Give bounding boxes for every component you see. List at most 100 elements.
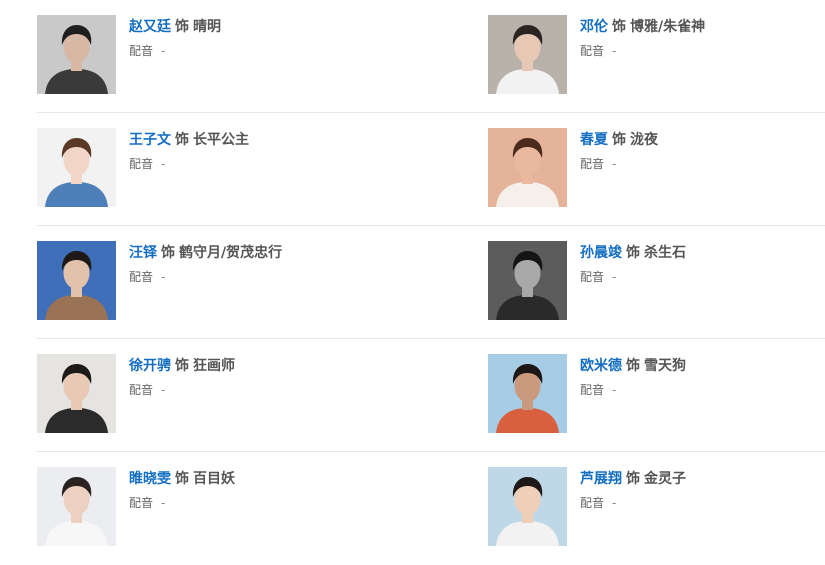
voice-actor-value: - (161, 270, 166, 284)
cast-role-line: 邓伦饰博雅/朱雀神 (580, 17, 825, 37)
cast-item: 睢晓雯饰百目妖 配音 - (37, 467, 397, 547)
actor-name-link[interactable]: 徐开骋 (129, 358, 171, 374)
cast-item: 邓伦饰博雅/朱雀神 配音 - (488, 15, 825, 95)
portrait-image (488, 15, 567, 94)
cast-info: 芦展翔饰金灵子 配音 - (580, 469, 825, 512)
cast-role-line: 欧米德饰雪天狗 (580, 356, 825, 376)
voice-actor-line: 配音 - (129, 43, 389, 60)
cast-row: 徐开骋饰狂画师 配音 - 欧米德饰雪天狗 配音 - (37, 339, 825, 452)
cast-item: 孙晨竣饰杀生石 配音 - (488, 241, 825, 321)
role-separator: 饰 (161, 245, 175, 261)
actor-photo[interactable] (37, 15, 116, 94)
actor-name-link[interactable]: 王子文 (129, 132, 171, 148)
voice-actor-label: 配音 (580, 270, 605, 284)
cast-info: 赵又廷饰晴明 配音 - (129, 17, 389, 60)
cast-role-line: 赵又廷饰晴明 (129, 17, 389, 37)
portrait-image (37, 354, 116, 433)
role-name: 金灵子 (644, 471, 686, 487)
cast-role-line: 徐开骋饰狂画师 (129, 356, 389, 376)
role-separator: 饰 (612, 132, 626, 148)
portrait-image (488, 241, 567, 320)
voice-actor-label: 配音 (580, 383, 605, 397)
actor-photo[interactable] (37, 128, 116, 207)
cast-item: 徐开骋饰狂画师 配音 - (37, 354, 397, 434)
voice-actor-value: - (161, 496, 166, 510)
voice-actor-label: 配音 (580, 157, 605, 171)
voice-actor-label: 配音 (129, 383, 154, 397)
actor-name-link[interactable]: 芦展翔 (580, 471, 622, 487)
role-name: 雪天狗 (644, 358, 686, 374)
cast-item: 汪铎饰鹤守月/贺茂忠行 配音 - (37, 241, 397, 321)
voice-actor-value: - (161, 44, 166, 58)
actor-photo[interactable] (488, 128, 567, 207)
role-name: 博雅/朱雀神 (630, 19, 706, 35)
voice-actor-value: - (161, 383, 166, 397)
role-separator: 饰 (175, 19, 189, 35)
voice-actor-label: 配音 (129, 44, 154, 58)
cast-info: 徐开骋饰狂画师 配音 - (129, 356, 389, 399)
actor-photo[interactable] (37, 354, 116, 433)
voice-actor-value: - (161, 157, 166, 171)
voice-actor-value: - (612, 383, 617, 397)
voice-actor-line: 配音 - (580, 382, 825, 399)
role-name: 长平公主 (193, 132, 249, 148)
actor-name-link[interactable]: 孙晨竣 (580, 245, 622, 261)
voice-actor-value: - (612, 157, 617, 171)
cast-role-line: 睢晓雯饰百目妖 (129, 469, 389, 489)
cast-info: 邓伦饰博雅/朱雀神 配音 - (580, 17, 825, 60)
actor-photo[interactable] (37, 467, 116, 546)
role-separator: 饰 (612, 19, 626, 35)
actor-name-link[interactable]: 春夏 (580, 132, 608, 148)
cast-info: 汪铎饰鹤守月/贺茂忠行 配音 - (129, 243, 389, 286)
cast-role-line: 孙晨竣饰杀生石 (580, 243, 825, 263)
actor-photo[interactable] (488, 15, 567, 94)
cast-role-line: 汪铎饰鹤守月/贺茂忠行 (129, 243, 389, 263)
voice-actor-label: 配音 (129, 496, 154, 510)
voice-actor-line: 配音 - (580, 495, 825, 512)
actor-name-link[interactable]: 睢晓雯 (129, 471, 171, 487)
role-name: 泷夜 (630, 132, 658, 148)
portrait-image (37, 241, 116, 320)
voice-actor-label: 配音 (580, 44, 605, 58)
voice-actor-value: - (612, 496, 617, 510)
cast-role-line: 春夏饰泷夜 (580, 130, 825, 150)
cast-row: 睢晓雯饰百目妖 配音 - 芦展翔饰金灵子 配音 - (37, 452, 825, 565)
portrait-image (488, 354, 567, 433)
cast-info: 孙晨竣饰杀生石 配音 - (580, 243, 825, 286)
portrait-image (37, 128, 116, 207)
cast-row: 汪铎饰鹤守月/贺茂忠行 配音 - 孙晨竣饰杀生石 配音 - (37, 226, 825, 339)
cast-row: 赵又廷饰晴明 配音 - 邓伦饰博雅/朱雀神 配音 - (37, 0, 825, 113)
actor-photo[interactable] (488, 354, 567, 433)
portrait-image (488, 467, 567, 546)
portrait-image (37, 15, 116, 94)
role-separator: 饰 (175, 132, 189, 148)
voice-actor-line: 配音 - (129, 495, 389, 512)
actor-name-link[interactable]: 邓伦 (580, 19, 608, 35)
cast-info: 春夏饰泷夜 配音 - (580, 130, 825, 173)
voice-actor-label: 配音 (129, 157, 154, 171)
cast-list: 赵又廷饰晴明 配音 - 邓伦饰博雅/朱雀神 配音 - 王子文 饰 长平公主 配音… (0, 0, 825, 561)
role-separator: 饰 (626, 471, 640, 487)
cast-role-line: 芦展翔饰金灵子 (580, 469, 825, 489)
actor-photo[interactable] (488, 241, 567, 320)
voice-actor-label: 配音 (580, 496, 605, 510)
cast-item: 春夏饰泷夜 配音 - (488, 128, 825, 208)
actor-name-link[interactable]: 赵又廷 (129, 19, 171, 35)
voice-actor-value: - (612, 44, 617, 58)
voice-actor-line: 配音 - (129, 382, 389, 399)
voice-actor-line: 配音 - (580, 269, 825, 286)
cast-item: 芦展翔饰金灵子 配音 - (488, 467, 825, 547)
actor-name-link[interactable]: 汪铎 (129, 245, 157, 261)
cast-item: 欧米德饰雪天狗 配音 - (488, 354, 825, 434)
role-name: 鹤守月/贺茂忠行 (179, 245, 283, 261)
portrait-image (37, 467, 116, 546)
actor-photo[interactable] (488, 467, 567, 546)
actor-name-link[interactable]: 欧米德 (580, 358, 622, 374)
actor-photo[interactable] (37, 241, 116, 320)
role-separator: 饰 (175, 358, 189, 374)
voice-actor-line: 配音 - (129, 156, 389, 173)
voice-actor-value: - (612, 270, 617, 284)
voice-actor-label: 配音 (129, 270, 154, 284)
role-name: 百目妖 (193, 471, 235, 487)
cast-row: 王子文饰长平公主 配音 - 春夏饰泷夜 配音 - (37, 113, 825, 226)
